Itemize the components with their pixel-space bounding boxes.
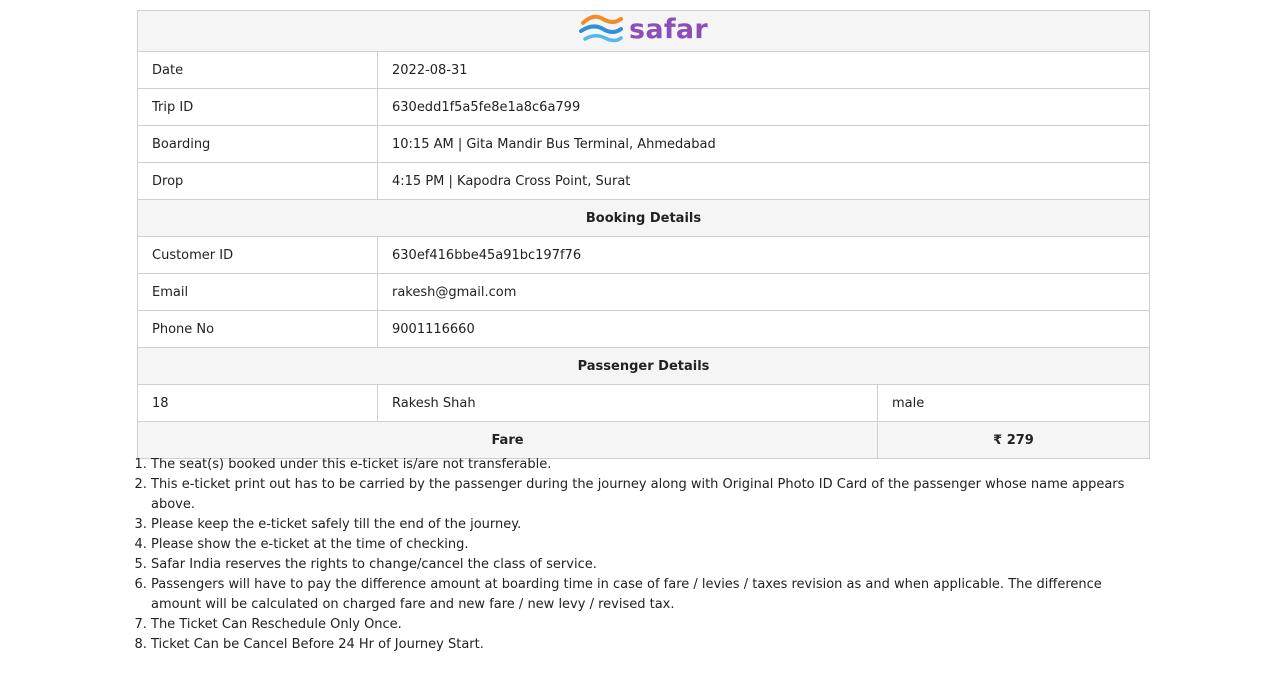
fare-value: ₹ 279 bbox=[876, 421, 1151, 459]
booking-details-header: Booking Details bbox=[136, 199, 1151, 237]
passenger-details-header: Passenger Details bbox=[136, 347, 1151, 385]
boarding-row: Boarding 10:15 AM | Gita Mandir Bus Term… bbox=[137, 125, 1151, 163]
phone-label: Phone No bbox=[137, 310, 378, 348]
ticket-container: safar Date 2022-08-31 Trip ID 630edd1f5a… bbox=[136, 10, 1151, 459]
phone-row: Phone No 9001116660 bbox=[137, 310, 1151, 348]
terms-item: The Ticket Can Reschedule Only Once. bbox=[151, 615, 1136, 635]
waves-icon bbox=[578, 14, 623, 43]
brand-name: safar bbox=[628, 13, 709, 45]
drop-row: Drop 4:15 PM | Kapodra Cross Point, Sura… bbox=[137, 162, 1151, 200]
email-label: Email bbox=[137, 273, 378, 311]
trip-id-row: Trip ID 630edd1f5a5fe8e1a8c6a799 bbox=[137, 88, 1151, 126]
terms-item: The seat(s) booked under this e-ticket i… bbox=[151, 455, 1136, 475]
customer-id-label: Customer ID bbox=[137, 236, 378, 274]
booking-details-heading: Booking Details bbox=[136, 199, 1151, 237]
email-value: rakesh@gmail.com bbox=[376, 273, 1151, 311]
boarding-label: Boarding bbox=[137, 125, 378, 163]
passenger-name: Rakesh Shah bbox=[377, 384, 878, 422]
terms-item: Ticket Can be Cancel Before 24 Hr of Jou… bbox=[151, 635, 1136, 655]
date-value: 2022-08-31 bbox=[376, 51, 1151, 89]
passenger-details-heading: Passenger Details bbox=[136, 347, 1151, 385]
terms-list: The seat(s) booked under this e-ticket i… bbox=[137, 455, 1136, 655]
terms-item: Please show the e-ticket at the time of … bbox=[151, 535, 1136, 555]
phone-value: 9001116660 bbox=[376, 310, 1151, 348]
boarding-value: 10:15 AM | Gita Mandir Bus Terminal, Ahm… bbox=[376, 125, 1151, 163]
fare-row: Fare ₹ 279 bbox=[137, 421, 1151, 459]
passenger-gender: male bbox=[876, 384, 1151, 422]
passenger-age: 18 bbox=[137, 384, 378, 422]
fare-label: Fare bbox=[137, 421, 878, 459]
customer-id-row: Customer ID 630ef416bbe45a91bc197f76 bbox=[137, 236, 1151, 274]
logo-row: safar bbox=[136, 10, 1151, 52]
trip-id-value: 630edd1f5a5fe8e1a8c6a799 bbox=[376, 88, 1151, 126]
drop-value: 4:15 PM | Kapodra Cross Point, Surat bbox=[376, 162, 1151, 200]
date-label: Date bbox=[137, 51, 378, 89]
trip-id-label: Trip ID bbox=[137, 88, 378, 126]
terms-item: This e-ticket print out has to be carrie… bbox=[151, 475, 1136, 515]
customer-id-value: 630ef416bbe45a91bc197f76 bbox=[376, 236, 1151, 274]
terms-item: Passengers will have to pay the differen… bbox=[151, 575, 1136, 615]
passenger-row: 18 Rakesh Shah male bbox=[137, 384, 1151, 422]
drop-label: Drop bbox=[137, 162, 378, 200]
terms-item: Please keep the e-ticket safely till the… bbox=[151, 515, 1136, 535]
date-row: Date 2022-08-31 bbox=[137, 51, 1151, 89]
terms-item: Safar India reserves the rights to chang… bbox=[151, 555, 1136, 575]
safar-logo: safar bbox=[578, 11, 709, 47]
email-row: Email rakesh@gmail.com bbox=[137, 273, 1151, 311]
ticket-table: safar Date 2022-08-31 Trip ID 630edd1f5a… bbox=[136, 10, 1151, 459]
logo-cell: safar bbox=[136, 10, 1151, 52]
